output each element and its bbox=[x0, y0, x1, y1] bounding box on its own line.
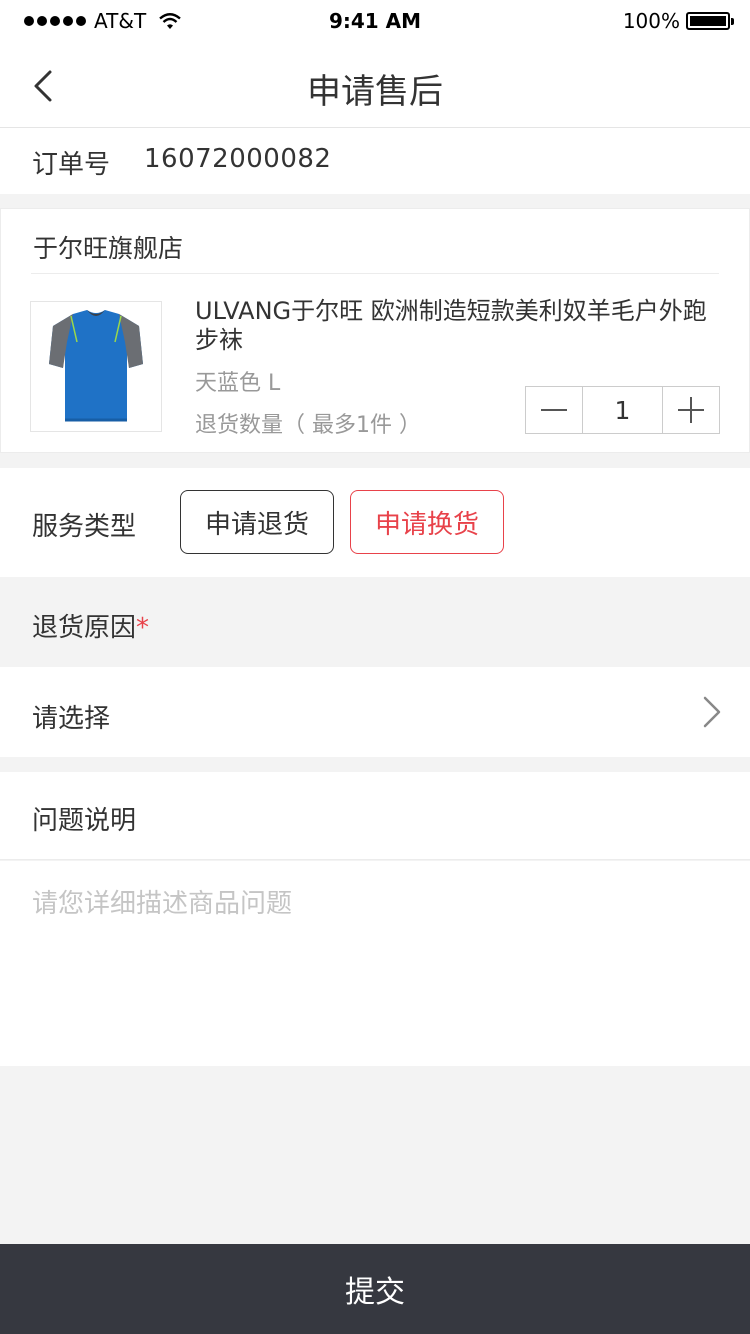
required-mark: * bbox=[136, 613, 150, 643]
chevron-right-icon bbox=[703, 696, 721, 728]
order-number-label: 订单号 bbox=[32, 150, 111, 180]
service-type-row: 服务类型 申请退货 申请换货 bbox=[0, 468, 750, 577]
return-reason-label: 退货原因* bbox=[32, 613, 150, 643]
status-bar: AT&T 9:41 AM 100% bbox=[0, 0, 750, 44]
order-number-row: 订单号 16072000082 bbox=[0, 128, 750, 194]
return-quantity-label: 退货数量（ 最多1件 ） bbox=[195, 413, 421, 438]
plus-icon bbox=[678, 397, 704, 423]
status-right: 100% bbox=[622, 9, 734, 33]
quantity-value[interactable]: 1 bbox=[582, 387, 663, 433]
tshirt-icon bbox=[49, 310, 143, 422]
minus-icon bbox=[541, 409, 567, 411]
product-image[interactable] bbox=[30, 301, 162, 432]
problem-description-label: 问题说明 bbox=[32, 806, 137, 836]
page-title: 申请售后 bbox=[307, 72, 443, 112]
problem-description-header: 问题说明 bbox=[0, 772, 750, 860]
product-card: 于尔旺旗舰店 ULVANG于尔旺 欧洲制造短款美利奴羊毛户外跑步袜 天蓝色 L … bbox=[0, 208, 750, 453]
apply-exchange-button[interactable]: 申请换货 bbox=[350, 490, 504, 554]
return-reason-select[interactable]: 请选择 bbox=[0, 667, 750, 757]
product-name[interactable]: ULVANG于尔旺 欧洲制造短款美利奴羊毛户外跑步袜 bbox=[195, 297, 725, 355]
decrease-button[interactable] bbox=[526, 387, 582, 433]
submit-button[interactable]: 提交 bbox=[0, 1244, 750, 1334]
problem-description-area bbox=[0, 861, 750, 1066]
apply-return-button[interactable]: 申请退货 bbox=[180, 490, 334, 554]
reason-select-placeholder: 请选择 bbox=[32, 704, 111, 734]
increase-button[interactable] bbox=[663, 387, 719, 433]
nav-bar: 申请售后 bbox=[0, 44, 750, 128]
quantity-stepper: 1 bbox=[525, 386, 720, 434]
return-reason-header: 退货原因* bbox=[0, 577, 750, 667]
problem-description-input[interactable] bbox=[32, 883, 722, 1053]
divider bbox=[31, 273, 719, 274]
service-type-label: 服务类型 bbox=[32, 512, 137, 542]
order-number-value: 16072000082 bbox=[144, 144, 332, 174]
battery-percent: 100% bbox=[622, 9, 680, 33]
product-spec: 天蓝色 L bbox=[195, 371, 281, 396]
battery-icon bbox=[686, 12, 734, 30]
shop-name[interactable]: 于尔旺旗舰店 bbox=[33, 229, 183, 265]
